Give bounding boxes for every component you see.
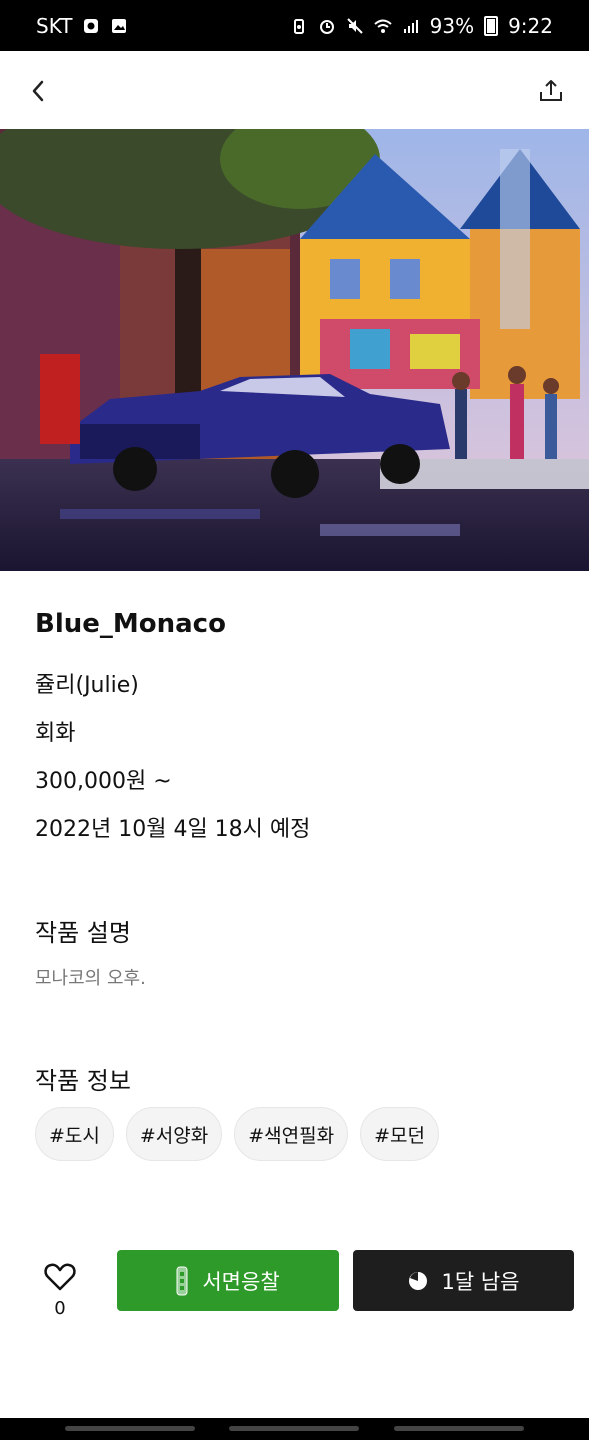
top-nav [0, 51, 589, 129]
auction-schedule: 2022년 10월 4일 18시 예정 [35, 817, 311, 842]
info-heading: 작품 정보 [35, 1067, 131, 1095]
heart-icon [44, 1263, 76, 1291]
like-button[interactable]: 0 [40, 1262, 80, 1319]
artwork-title: Blue_Monaco [35, 609, 226, 639]
bid-paddle-icon [176, 1266, 188, 1295]
artwork-price: 300,000원 ~ [35, 769, 172, 794]
like-count: 0 [54, 1298, 66, 1319]
signal-icon [402, 17, 420, 35]
time-remaining-button[interactable]: 1달 남음 [353, 1250, 574, 1311]
written-bid-label: 서면응찰 [202, 1269, 280, 1294]
tag-chip[interactable]: #서양화 [125, 1107, 223, 1161]
battery-saver-icon [290, 17, 308, 35]
battery-icon [484, 15, 499, 36]
artwork-image [0, 129, 589, 571]
wifi-icon [373, 17, 392, 35]
gesture-segment [394, 1426, 524, 1431]
gesture-segment [65, 1426, 195, 1431]
gallery-icon [110, 17, 128, 35]
status-bar: SKT 93% 9:22 [0, 0, 589, 51]
alarm-icon [318, 17, 336, 35]
artwork-category: 회화 [35, 721, 76, 746]
gesture-segment [229, 1426, 359, 1431]
clock-icon [408, 1271, 427, 1290]
battery-percent: 93% [429, 13, 475, 38]
navigation-gesture-bar [0, 1418, 589, 1440]
notification-icon [82, 17, 100, 35]
mute-icon [346, 17, 364, 35]
artist-name: 쥴리(Julie) [35, 673, 139, 698]
status-right: 93% 9:22 [290, 14, 553, 38]
share-button[interactable] [533, 73, 569, 109]
tag-chip[interactable]: #색연필화 [234, 1107, 349, 1161]
tag-chip[interactable]: #도시 [35, 1107, 114, 1161]
status-left: SKT [36, 14, 128, 38]
clock: 9:22 [508, 13, 553, 38]
tag-chip[interactable]: #모던 [360, 1107, 439, 1161]
bottom-action-bar: 0 서면응찰 1달 남음 [0, 1250, 589, 1319]
time-remaining-label: 1달 남음 [441, 1269, 520, 1294]
carrier-label: SKT [36, 13, 73, 38]
tag-list: #도시 #서양화 #색연필화 #모던 [35, 1107, 439, 1161]
description-text: 모나코의 오후. [35, 968, 146, 989]
back-button[interactable] [20, 73, 56, 109]
written-bid-button[interactable]: 서면응찰 [117, 1250, 339, 1311]
description-heading: 작품 설명 [35, 919, 131, 947]
chevron-left-icon [32, 80, 44, 102]
share-icon [540, 80, 562, 101]
